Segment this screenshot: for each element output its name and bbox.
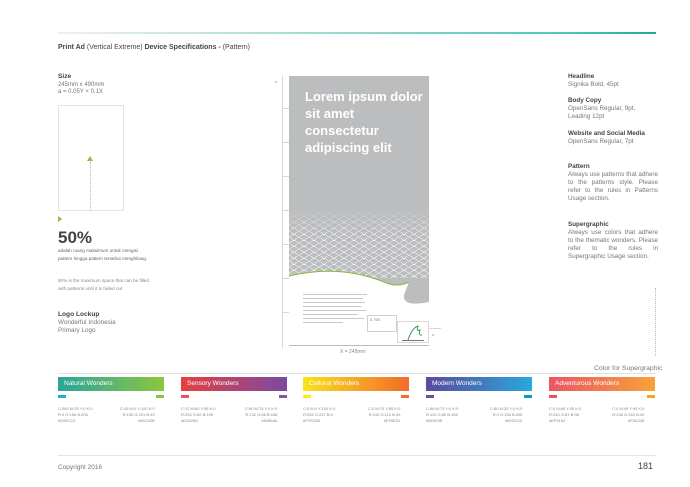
color-code: C:68 M:75 Y:0 K:0 R:110 G:80 B:158 #6E50… <box>426 406 459 423</box>
top-accent-rule <box>58 32 656 34</box>
swatch-chip <box>279 395 287 398</box>
guide-tick <box>429 328 441 329</box>
title-specs: Device Specifications - <box>144 44 223 51</box>
guide-tick <box>282 244 289 245</box>
logo-area-box: 0.75X <box>367 315 397 332</box>
triangle-marker-icon <box>58 216 62 222</box>
dimension-a-bottom: a <box>432 332 435 337</box>
color-code: C:45 M:0 Y:100 K:0 R:150 G:201 B:43 #96C… <box>120 406 155 423</box>
swatch-cultural-wonders: Cultural Wonders <box>303 377 409 391</box>
guide-line <box>90 162 91 210</box>
dimension-a-top: a <box>275 79 278 84</box>
wonderful-indonesia-logo <box>397 321 429 343</box>
size-ratio: a = 0.05Y × 0.1X <box>58 89 103 95</box>
color-code: C:080 M:25 Y:0 K:0 R:0 G:156 B:205 #009C… <box>58 406 93 423</box>
print-ad-preview: Lorem ipsum dolor sit amet consectetur a… <box>289 76 429 343</box>
swatch-chip <box>426 395 434 398</box>
mini-layout-frame <box>58 105 124 211</box>
spec-text: Always use colors that adhere to the the… <box>568 229 658 260</box>
color-code: C:60 M:75 Y:0 K:0 R:132 G:86 B:166 #8456… <box>245 406 278 423</box>
logo-lockup-name: Wonderful Indonesia <box>58 319 116 326</box>
spec-supergraphic: Supergraphic Always use colors that adhe… <box>568 221 658 261</box>
spec-pattern: Pattern Always use patterns that adhere … <box>568 163 658 203</box>
size-dimensions: 245mm x 490mm <box>58 82 105 88</box>
logo-area-label: 0.75X <box>370 317 381 322</box>
spec-heading: Pattern <box>568 163 590 170</box>
guide-tick <box>282 210 289 211</box>
swatch-chip <box>647 395 655 398</box>
dimension-x-label: X = 245mm <box>340 349 366 355</box>
spec-body-copy: Body Copy OpenSans Regular, 9pt, Leading… <box>568 97 658 121</box>
percentage-note-id: adalah ruang maksimum untuk mengisi patt… <box>58 248 148 261</box>
swatch-chip <box>181 395 189 398</box>
guide-left <box>282 76 283 348</box>
spec-text: Always use patterns that adhere to the p… <box>568 171 658 202</box>
dimension-x-line <box>289 345 429 346</box>
guide-tick <box>282 312 289 313</box>
spec-headline: Headline Signika Bold, 45pt <box>568 73 658 89</box>
page-title: Print Ad (Vertical Extreme) Device Speci… <box>58 44 250 51</box>
size-label: Size <box>58 73 72 80</box>
guide-tick <box>282 108 289 109</box>
swatch-chip <box>58 395 66 398</box>
swatch-adventurous-wonders: Adventurous Wonders <box>549 377 655 391</box>
color-code: C:0 M:80 Y:45 K:0 R:240 G:81 B:98 #EF516… <box>549 406 582 423</box>
color-section-title: Color for Supergraphic <box>594 365 663 372</box>
swatch-modern-wonders: Modern Wonders <box>426 377 532 391</box>
swatch-chip <box>549 395 557 398</box>
ad-headline: Lorem ipsum dolor sit amet consectetur a… <box>305 89 423 155</box>
spec-text: OpenSans Regular, 9pt, Leading 12pt <box>568 105 636 120</box>
logo-lockup-label: Logo Lockup <box>58 311 100 318</box>
spec-heading: Supergraphic <box>568 221 609 228</box>
arrow-up-icon <box>87 156 93 161</box>
spec-heading: Website and Social Media <box>568 130 645 137</box>
swatch-chip <box>156 395 164 398</box>
swatch-sensory-wonders: Sensory Wonders <box>181 377 287 391</box>
percentage-note-en: 50% is the maximum space that can be fil… <box>58 278 149 291</box>
page-number: 181 <box>638 461 654 471</box>
copyright: Copyright 2016 <box>58 464 103 471</box>
color-code: C:0 M:70 Y:85 K:0 R:240 G:110 B:49 #EF6E… <box>368 406 401 423</box>
spec-heading: Body Copy <box>568 97 602 104</box>
title-print-ad: Print Ad <box>58 44 85 51</box>
color-code: C:80 M:25 Y:0 K:0 R:0 G:156 B:205 #009CC… <box>490 406 523 423</box>
logo-icon <box>402 325 424 341</box>
color-section-rule <box>58 373 656 374</box>
title-variant: (Vertical Extreme) <box>84 44 145 51</box>
guide-tick <box>282 142 289 143</box>
swatch-chip <box>303 395 311 398</box>
spec-text: OpenSans Regular, 7pt <box>568 138 634 145</box>
swatch-chip <box>401 395 409 398</box>
ad-body-copy-lines <box>303 294 367 326</box>
color-code: C:12 M:80 Y:58 K:0 R:234 G:82 B:109 #EA5… <box>181 406 216 423</box>
footer-rule <box>58 455 656 456</box>
spec-website: Website and Social Media OpenSans Regula… <box>568 130 658 146</box>
swatch-chip <box>524 395 532 398</box>
dotted-divider <box>655 288 656 356</box>
guide-tick <box>282 176 289 177</box>
swatch-natural-wonders: Natural Wonders <box>58 377 164 391</box>
color-code: C:0 M:45 Y:90 K:0 R:246 G:162 B:40 #F5A2… <box>612 406 645 423</box>
guide-tick <box>282 278 289 279</box>
color-code: C:0 M:0 Y:100 K:0 R:255 G:237 B:0 #FFED0… <box>303 406 336 423</box>
pattern-percentage: 50% <box>58 228 93 247</box>
spec-heading: Headline <box>568 73 595 80</box>
spec-text: Signika Bold, 45pt <box>568 81 619 88</box>
title-pattern: (Pattern) <box>222 44 250 51</box>
logo-lockup-type: Primary Logo <box>58 327 96 334</box>
